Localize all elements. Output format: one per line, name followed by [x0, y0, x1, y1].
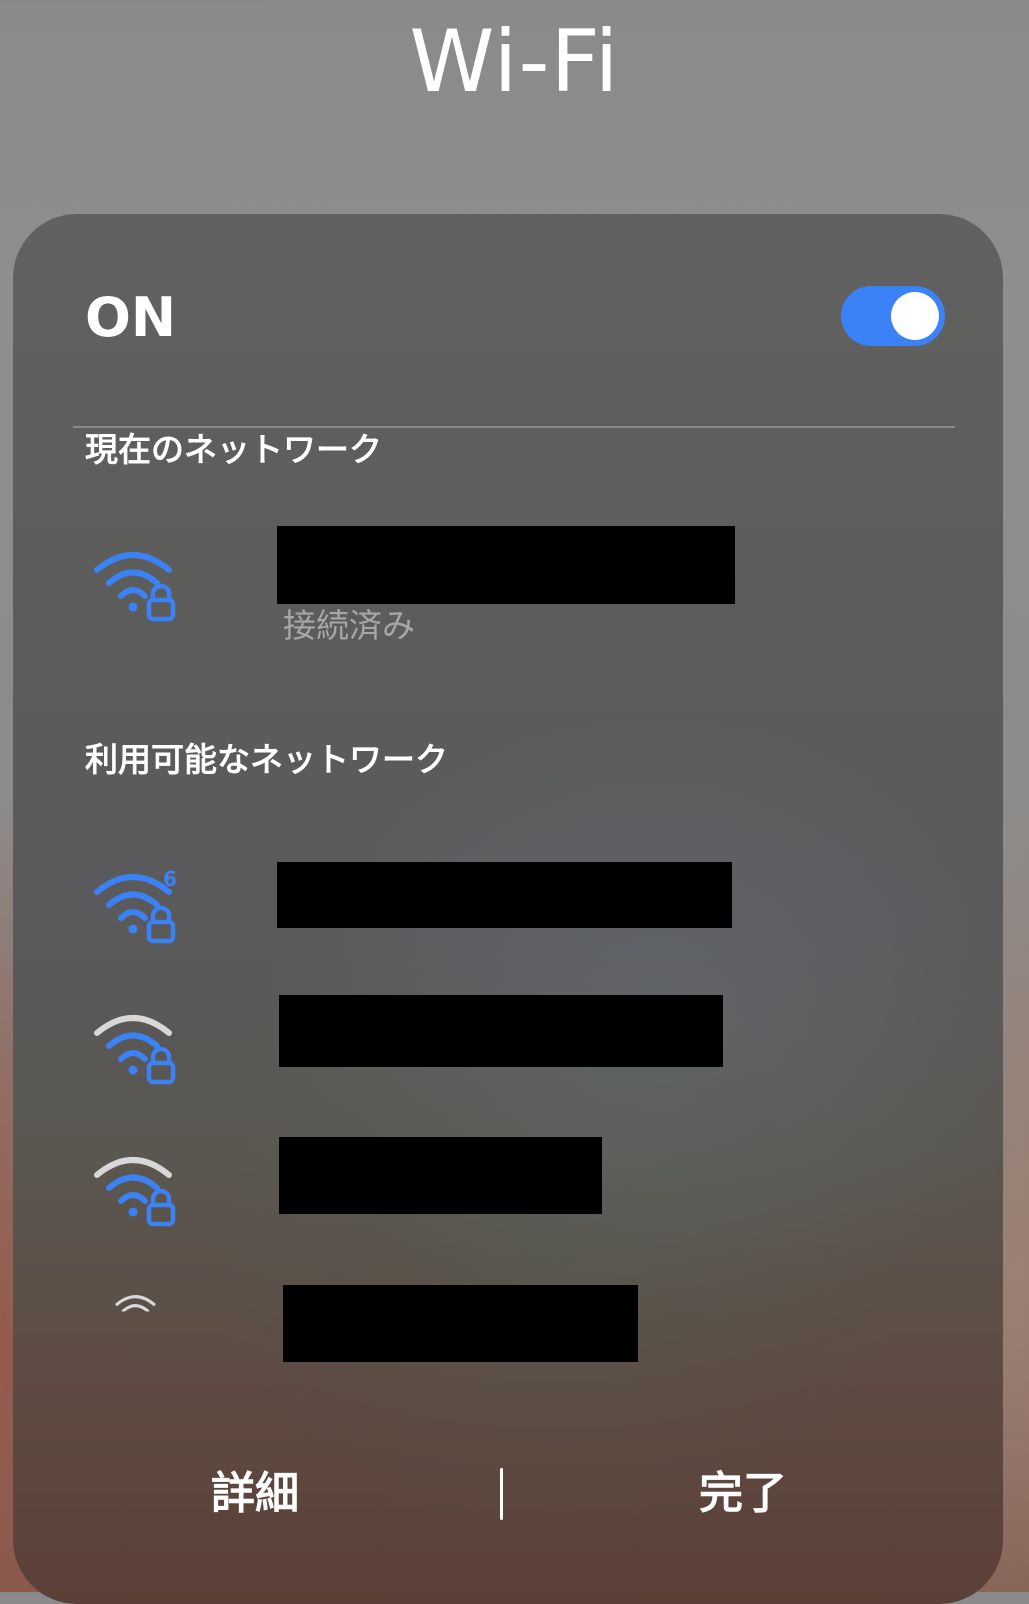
bottom-action-bar: 詳細 完了	[13, 1454, 1003, 1534]
wifi-panel: ON 現在のネットワーク 接続済み 利用可能なネットワーク 6 詳細 完了	[13, 214, 1003, 1604]
available-networks-header: 利用可能なネットワーク	[85, 740, 448, 779]
wifi-locked-icon	[94, 552, 176, 622]
network-name-redacted	[279, 1137, 602, 1214]
current-network-item[interactable]: 接続済み	[93, 526, 953, 664]
current-network-header: 現在のネットワーク	[85, 430, 382, 469]
wifi-locked-icon	[94, 1157, 176, 1227]
wifi-toggle-row: ON	[85, 274, 945, 364]
network-status: 接続済み	[283, 606, 415, 645]
wifi6-badge: 6	[163, 867, 177, 891]
wifi-toggle-switch[interactable]	[841, 286, 945, 346]
network-item[interactable]	[93, 1137, 953, 1229]
network-item[interactable]	[93, 1285, 953, 1371]
wifi-locked-icon	[115, 1295, 156, 1312]
toggle-knob	[891, 292, 939, 340]
network-item[interactable]: 6	[93, 862, 953, 946]
network-name-redacted	[279, 995, 723, 1067]
details-button[interactable]: 詳細	[135, 1454, 375, 1534]
network-name-redacted	[277, 526, 735, 604]
button-separator	[500, 1468, 503, 1520]
wifi-locked-icon	[94, 1015, 176, 1085]
done-button[interactable]: 完了	[623, 1454, 863, 1534]
network-name-redacted	[283, 1285, 638, 1362]
wifi6-locked-icon: 6	[94, 867, 177, 944]
divider	[73, 426, 955, 428]
page-title: Wi-Fi	[409, 12, 620, 112]
network-item[interactable]	[93, 995, 953, 1087]
wifi-toggle-label: ON	[85, 286, 177, 349]
network-name-redacted	[277, 862, 732, 928]
